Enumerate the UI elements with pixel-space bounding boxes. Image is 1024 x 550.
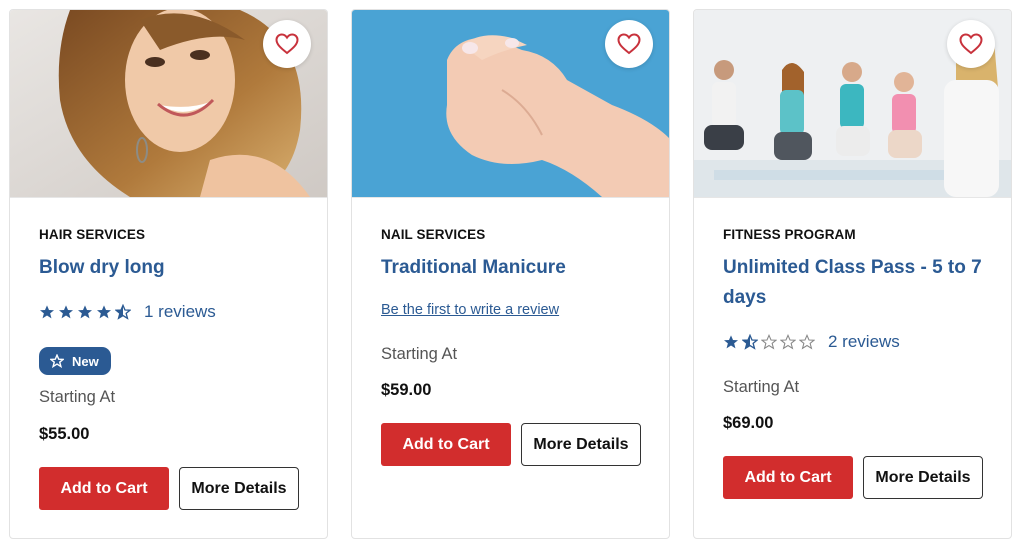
product-price: $55.00 — [39, 425, 90, 443]
wishlist-heart-button[interactable] — [605, 20, 653, 68]
more-details-button[interactable]: More Details — [521, 423, 641, 466]
starting-at-label: Starting At — [723, 378, 800, 396]
star-empty-icon — [761, 334, 777, 350]
star-filled-icon — [40, 305, 54, 319]
star-filled-icon — [59, 305, 73, 319]
rating-stars: 2 reviews — [723, 332, 900, 352]
product-price: $69.00 — [723, 414, 774, 432]
star-half-icon — [742, 334, 758, 350]
new-badge: New — [39, 347, 111, 375]
star-filled-icon — [97, 305, 111, 319]
star-filled-icon — [724, 335, 738, 349]
star-outline-icon — [50, 354, 64, 368]
card-divider — [10, 197, 327, 198]
product-title[interactable]: Unlimited Class Pass - 5 to 7 days — [723, 253, 988, 313]
add-to-cart-button[interactable]: Add to Cart — [723, 456, 853, 499]
starting-at-label: Starting At — [381, 345, 458, 363]
starting-at-label: Starting At — [39, 388, 116, 406]
product-price: $59.00 — [381, 381, 432, 399]
wishlist-heart-button[interactable] — [947, 20, 995, 68]
heart-outline-icon — [959, 33, 983, 55]
product-category: NAIL SERVICES — [381, 227, 486, 242]
product-title[interactable]: Traditional Manicure — [381, 253, 646, 283]
card-divider — [694, 197, 1011, 198]
badge-label: New — [72, 353, 99, 369]
write-review-link[interactable]: Be the first to write a review — [381, 302, 559, 318]
more-details-button[interactable]: More Details — [863, 456, 983, 499]
heart-outline-icon — [275, 33, 299, 55]
star-half-icon — [115, 304, 131, 320]
star-empty-icon — [780, 334, 796, 350]
reviews-link[interactable]: 2 reviews — [828, 332, 900, 352]
add-to-cart-button[interactable]: Add to Cart — [381, 423, 511, 466]
product-category: FITNESS PROGRAM — [723, 227, 856, 242]
product-category: HAIR SERVICES — [39, 227, 146, 242]
product-title[interactable]: Blow dry long — [39, 253, 304, 283]
reviews-link[interactable]: 1 reviews — [144, 302, 216, 322]
rating-stars: 1 reviews — [39, 302, 216, 322]
more-details-button[interactable]: More Details — [179, 467, 299, 510]
card-divider — [352, 197, 669, 198]
product-card-manicure: NAIL SERVICES Traditional Manicure Be th… — [351, 9, 670, 539]
product-card-class-pass: FITNESS PROGRAM Unlimited Class Pass - 5… — [693, 9, 1012, 539]
add-to-cart-button[interactable]: Add to Cart — [39, 467, 169, 510]
heart-outline-icon — [617, 33, 641, 55]
star-empty-icon — [799, 334, 815, 350]
star-filled-icon — [78, 305, 92, 319]
wishlist-heart-button[interactable] — [263, 20, 311, 68]
product-card-blow-dry: HAIR SERVICES Blow dry long 1 reviews Ne… — [9, 9, 328, 539]
